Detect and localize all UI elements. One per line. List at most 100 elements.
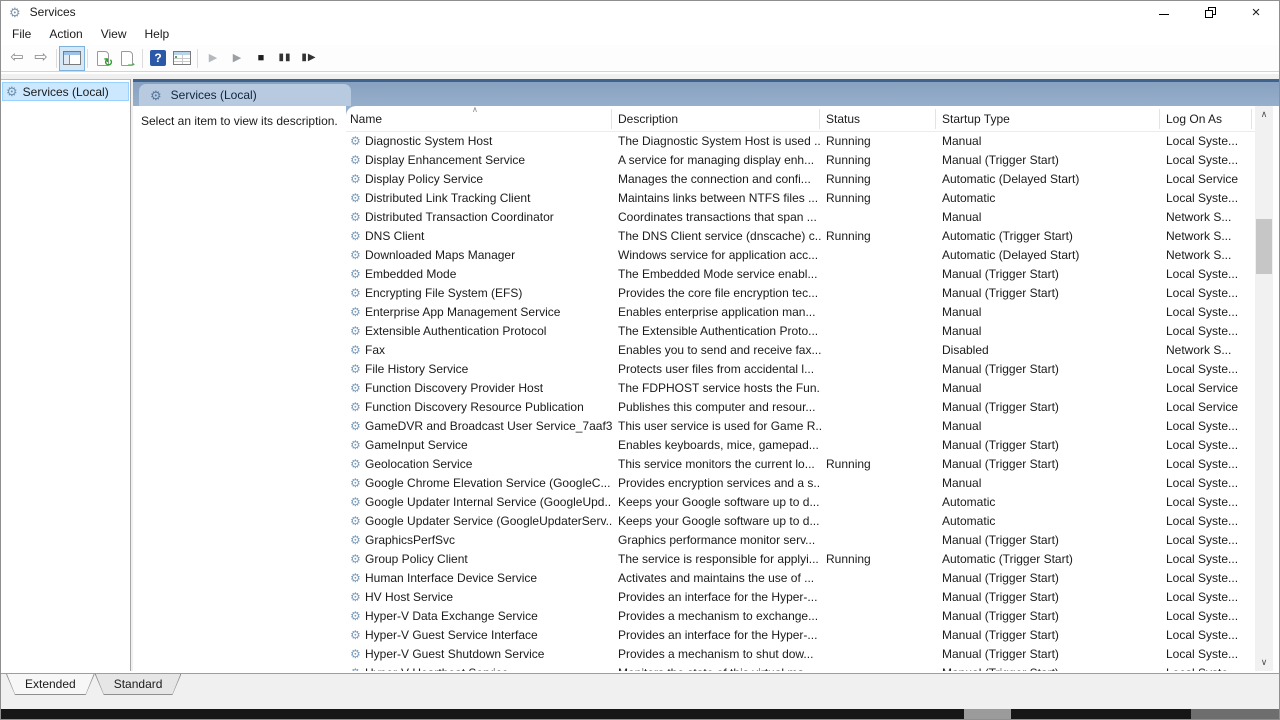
service-row[interactable]: ⚙ GameInput Service Enables keyboards, m… (346, 436, 1255, 455)
service-row[interactable]: ⚙ File History Service Protects user fil… (346, 360, 1255, 379)
minimize-button[interactable] (1141, 1, 1187, 23)
service-log-on-as: Local Syste... (1166, 417, 1253, 436)
menu-action[interactable]: Action (40, 24, 91, 44)
service-startup-type: Manual (Trigger Start) (942, 664, 1160, 671)
service-startup-type: Automatic (Trigger Start) (942, 227, 1160, 246)
service-row[interactable]: ⚙ Embedded Mode The Embedded Mode servic… (346, 265, 1255, 284)
service-row[interactable]: ⚙ DNS Client The DNS Client service (dns… (346, 227, 1255, 246)
scroll-down-button[interactable]: ∨ (1255, 654, 1273, 671)
service-row[interactable]: ⚙ Encrypting File System (EFS) Provides … (346, 284, 1255, 303)
service-startup-type: Manual (942, 417, 1160, 436)
column-divider[interactable] (1159, 109, 1160, 129)
forward-button[interactable]: ⇨ (29, 47, 53, 70)
service-row[interactable]: ⚙ HV Host Service Provides an interface … (346, 588, 1255, 607)
service-row[interactable]: ⚙ Function Discovery Provider Host The F… (346, 379, 1255, 398)
service-row[interactable]: ⚙ Human Interface Device Service Activat… (346, 569, 1255, 588)
service-name: GameDVR and Broadcast User Service_7aaf3 (365, 417, 612, 436)
service-name: Function Discovery Provider Host (365, 379, 612, 398)
service-description: The service is responsible for applyi... (618, 550, 821, 569)
service-row[interactable]: ⚙ Enterprise App Management Service Enab… (346, 303, 1255, 322)
service-row[interactable]: ⚙ Geolocation Service This service monit… (346, 455, 1255, 474)
column-header-name[interactable]: Name (350, 106, 382, 132)
show-console-tree-button[interactable] (60, 47, 84, 70)
service-description: The Embedded Mode service enabl... (618, 265, 821, 284)
refresh-icon: ↻ (97, 51, 109, 66)
column-divider[interactable] (611, 109, 612, 129)
service-row[interactable]: ⚙ Hyper-V Guest Shutdown Service Provide… (346, 645, 1255, 664)
service-gear-icon: ⚙ (350, 550, 361, 569)
service-gear-icon: ⚙ (350, 379, 361, 398)
sidebar-item-services-local[interactable]: ⚙ Services (Local) (2, 82, 129, 101)
restore-button[interactable] (1187, 1, 1233, 23)
start-service-button[interactable]: ▶ (201, 47, 225, 70)
service-description: Enables keyboards, mice, gamepad... (618, 436, 821, 455)
service-row[interactable]: ⚙ Downloaded Maps Manager Windows servic… (346, 246, 1255, 265)
service-row[interactable]: ⚙ GraphicsPerfSvc Graphics performance m… (346, 531, 1255, 550)
menu-view[interactable]: View (92, 24, 136, 44)
service-log-on-as: Local Syste... (1166, 360, 1253, 379)
results-header-chip: ⚙ Services (Local) (139, 84, 351, 106)
show-action-pane-button[interactable] (170, 47, 194, 70)
service-gear-icon: ⚙ (350, 208, 361, 227)
service-row[interactable]: ⚙ Group Policy Client The service is res… (346, 550, 1255, 569)
column-divider[interactable] (935, 109, 936, 129)
service-gear-icon: ⚙ (350, 512, 361, 531)
service-log-on-as: Local Syste... (1166, 512, 1253, 531)
resume-service-button[interactable]: ▶ (225, 47, 249, 70)
column-header-log-on-as[interactable]: Log On As (1166, 106, 1222, 132)
service-log-on-as: Local Syste... (1166, 607, 1253, 626)
refresh-button[interactable]: ↻ (91, 47, 115, 70)
service-row[interactable]: ⚙ Google Updater Service (GoogleUpdaterS… (346, 512, 1255, 531)
service-row[interactable]: ⚙ Extensible Authentication Protocol The… (346, 322, 1255, 341)
column-header-description[interactable]: Description (618, 106, 678, 132)
scrollbar-thumb[interactable] (1256, 219, 1272, 274)
menu-help[interactable]: Help (136, 24, 179, 44)
service-row[interactable]: ⚙ Display Policy Service Manages the con… (346, 170, 1255, 189)
scroll-up-button[interactable]: ∧ (1255, 106, 1273, 123)
service-row[interactable]: ⚙ Google Updater Internal Service (Googl… (346, 493, 1255, 512)
help-button[interactable]: ? (146, 47, 170, 70)
close-button[interactable]: × (1233, 1, 1279, 23)
vertical-scrollbar[interactable]: ∧ ∨ (1255, 106, 1273, 671)
column-header-startup-type[interactable]: Startup Type (942, 106, 1010, 132)
service-startup-type: Manual (942, 303, 1160, 322)
pause-service-button[interactable]: ▮▮ (273, 47, 297, 70)
console-tree-icon (63, 51, 81, 65)
stop-service-button[interactable]: ■ (249, 47, 273, 70)
service-row[interactable]: ⚙ Distributed Transaction Coordinator Co… (346, 208, 1255, 227)
restart-service-button[interactable]: ▮▶ (297, 47, 321, 70)
export-list-icon: → (121, 51, 133, 66)
service-row[interactable]: ⚙ Function Discovery Resource Publicatio… (346, 398, 1255, 417)
column-divider[interactable] (819, 109, 820, 129)
service-name: Display Enhancement Service (365, 151, 612, 170)
service-row[interactable]: ⚙ Display Enhancement Service A service … (346, 151, 1255, 170)
service-row[interactable]: ⚙ Hyper-V Heartbeat Service Monitors the… (346, 664, 1255, 671)
service-row[interactable]: ⚙ Fax Enables you to send and receive fa… (346, 341, 1255, 360)
toolbar-separator (142, 49, 143, 68)
service-gear-icon: ⚙ (350, 265, 361, 284)
service-description: Publishes this computer and resour... (618, 398, 821, 417)
export-list-button[interactable]: → (115, 47, 139, 70)
service-row[interactable]: ⚙ Hyper-V Data Exchange Service Provides… (346, 607, 1255, 626)
service-startup-type: Automatic (Delayed Start) (942, 170, 1160, 189)
service-log-on-as: Network S... (1166, 246, 1253, 265)
taskbar-segment (1191, 709, 1279, 719)
tab-extended[interactable]: Extended (6, 674, 95, 695)
service-startup-type: Manual (942, 322, 1160, 341)
back-button[interactable]: ⇦ (5, 47, 29, 70)
service-status (826, 626, 936, 645)
service-gear-icon: ⚙ (350, 417, 361, 436)
service-row[interactable]: ⚙ Distributed Link Tracking Client Maint… (346, 189, 1255, 208)
service-row[interactable]: ⚙ GameDVR and Broadcast User Service_7aa… (346, 417, 1255, 436)
service-row[interactable]: ⚙ Google Chrome Elevation Service (Googl… (346, 474, 1255, 493)
service-row[interactable]: ⚙ Diagnostic System Host The Diagnostic … (346, 132, 1255, 151)
service-name: Hyper-V Data Exchange Service (365, 607, 612, 626)
service-description: The Diagnostic System Host is used ... (618, 132, 821, 151)
column-header-status[interactable]: Status (826, 106, 860, 132)
service-gear-icon: ⚙ (350, 170, 361, 189)
menu-file[interactable]: File (3, 24, 40, 44)
service-description: Manages the connection and confi... (618, 170, 821, 189)
tab-standard[interactable]: Standard (95, 674, 182, 695)
service-row[interactable]: ⚙ Hyper-V Guest Service Interface Provid… (346, 626, 1255, 645)
column-divider[interactable] (1251, 109, 1252, 129)
